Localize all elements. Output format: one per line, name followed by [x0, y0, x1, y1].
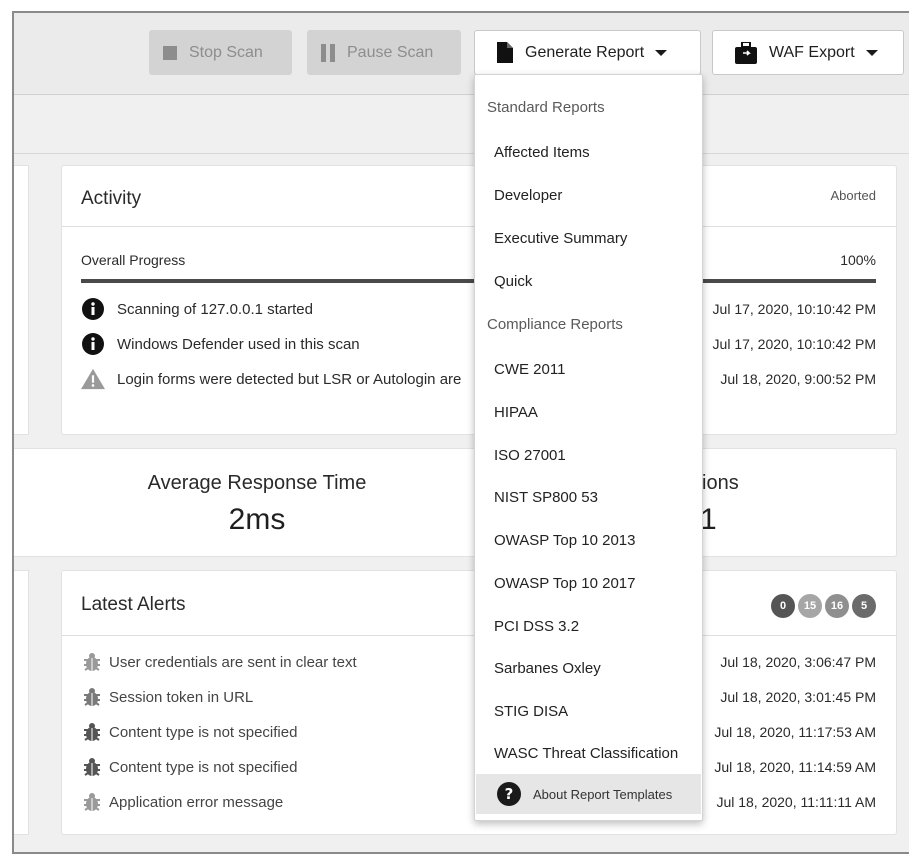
progress-value: 100% — [840, 252, 876, 268]
menu-item-cwe-2011[interactable]: CWE 2011 — [476, 349, 701, 389]
stop-scan-button[interactable]: Stop Scan — [149, 30, 292, 75]
scan-toolbar: Stop Scan Pause Scan Generate Report WAF… — [14, 13, 909, 95]
sub-header-bar — [14, 96, 909, 154]
document-icon — [497, 42, 513, 63]
menu-item-quick[interactable]: Quick — [476, 261, 701, 301]
severity-count-low[interactable]: 16 — [825, 594, 849, 618]
alert-time: Jul 18, 2020, 11:14:59 AM — [714, 759, 876, 775]
bug-icon — [81, 791, 103, 813]
generate-report-menu: Standard Reports Affected Items Develope… — [474, 74, 703, 821]
response-time-value: 2ms — [228, 503, 286, 536]
activity-status: Aborted — [830, 188, 876, 203]
menu-item-affected-items[interactable]: Affected Items — [476, 132, 701, 172]
chevron-down-icon — [655, 49, 668, 56]
info-icon — [81, 332, 105, 356]
activity-title: Activity — [81, 188, 142, 209]
activity-time: Jul 18, 2020, 9:00:52 PM — [720, 371, 876, 387]
severity-count-medium[interactable]: 15 — [798, 594, 822, 618]
pause-icon — [321, 43, 335, 62]
menu-item-developer[interactable]: Developer — [476, 175, 701, 215]
chevron-down-icon — [865, 49, 878, 56]
alert-time: Jul 18, 2020, 11:11:11 AM — [716, 794, 876, 810]
alert-time: Jul 18, 2020, 11:17:53 AM — [714, 724, 876, 740]
briefcase-export-icon — [735, 41, 757, 64]
menu-item-executive-summary[interactable]: Executive Summary — [476, 218, 701, 258]
warning-icon — [81, 367, 105, 391]
severity-count-info[interactable]: 5 — [852, 594, 876, 618]
alert-time: Jul 18, 2020, 3:01:45 PM — [720, 689, 876, 705]
compliance-reports-header: Compliance Reports — [487, 316, 623, 333]
alerts-title: Latest Alerts — [81, 594, 186, 615]
stats-card: Average Response Time 2ms ions 1 — [14, 448, 897, 557]
activity-time: Jul 17, 2020, 10:10:42 PM — [712, 336, 876, 352]
severity-counts: 0 15 16 5 — [768, 594, 876, 618]
generate-report-button[interactable]: Generate Report — [474, 30, 701, 75]
standard-reports-header: Standard Reports — [487, 99, 605, 116]
progress-label: Overall Progress — [81, 252, 186, 268]
help-icon: ? — [497, 782, 521, 806]
alert-time: Jul 18, 2020, 3:06:47 PM — [720, 654, 876, 670]
about-report-templates-label: About Report Templates — [533, 786, 673, 802]
stop-scan-label: Stop Scan — [189, 43, 263, 61]
pause-scan-button[interactable]: Pause Scan — [307, 30, 461, 75]
stop-icon — [163, 45, 177, 60]
menu-item-stig-disa[interactable]: STIG DISA — [476, 691, 701, 731]
info-icon — [81, 297, 105, 321]
bug-icon — [81, 756, 103, 778]
menu-item-owasp-2013[interactable]: OWASP Top 10 2013 — [476, 520, 701, 560]
about-report-templates[interactable]: ? About Report Templates — [476, 774, 701, 814]
menu-item-nist-sp800-53[interactable]: NIST SP800 53 — [476, 477, 701, 517]
response-time-label: Average Response Time — [147, 472, 367, 494]
menu-item-hipaa[interactable]: HIPAA — [476, 392, 701, 432]
menu-item-wasc[interactable]: WASC Threat Classification — [476, 733, 701, 773]
bug-icon — [81, 686, 103, 708]
activity-time: Jul 17, 2020, 10:10:42 PM — [712, 301, 876, 317]
severity-count-high[interactable]: 0 — [771, 594, 795, 618]
generate-report-label: Generate Report — [525, 43, 645, 61]
menu-item-iso-27001[interactable]: ISO 27001 — [476, 435, 701, 475]
menu-item-pci-dss[interactable]: PCI DSS 3.2 — [476, 606, 701, 646]
bug-icon — [81, 651, 103, 673]
stat-label-partial: ions — [702, 472, 739, 494]
pause-scan-label: Pause Scan — [347, 43, 434, 61]
svg-text:?: ? — [505, 785, 514, 803]
menu-item-owasp-2017[interactable]: OWASP Top 10 2017 — [476, 563, 701, 603]
waf-export-label: WAF Export — [769, 43, 855, 61]
waf-export-button[interactable]: WAF Export — [712, 30, 904, 75]
left-card-partial — [14, 165, 29, 435]
app-window: Stop Scan Pause Scan Generate Report WAF… — [12, 11, 909, 854]
menu-item-sarbanes-oxley[interactable]: Sarbanes Oxley — [476, 648, 701, 688]
bug-icon — [81, 721, 103, 743]
left-card-partial — [14, 570, 29, 835]
